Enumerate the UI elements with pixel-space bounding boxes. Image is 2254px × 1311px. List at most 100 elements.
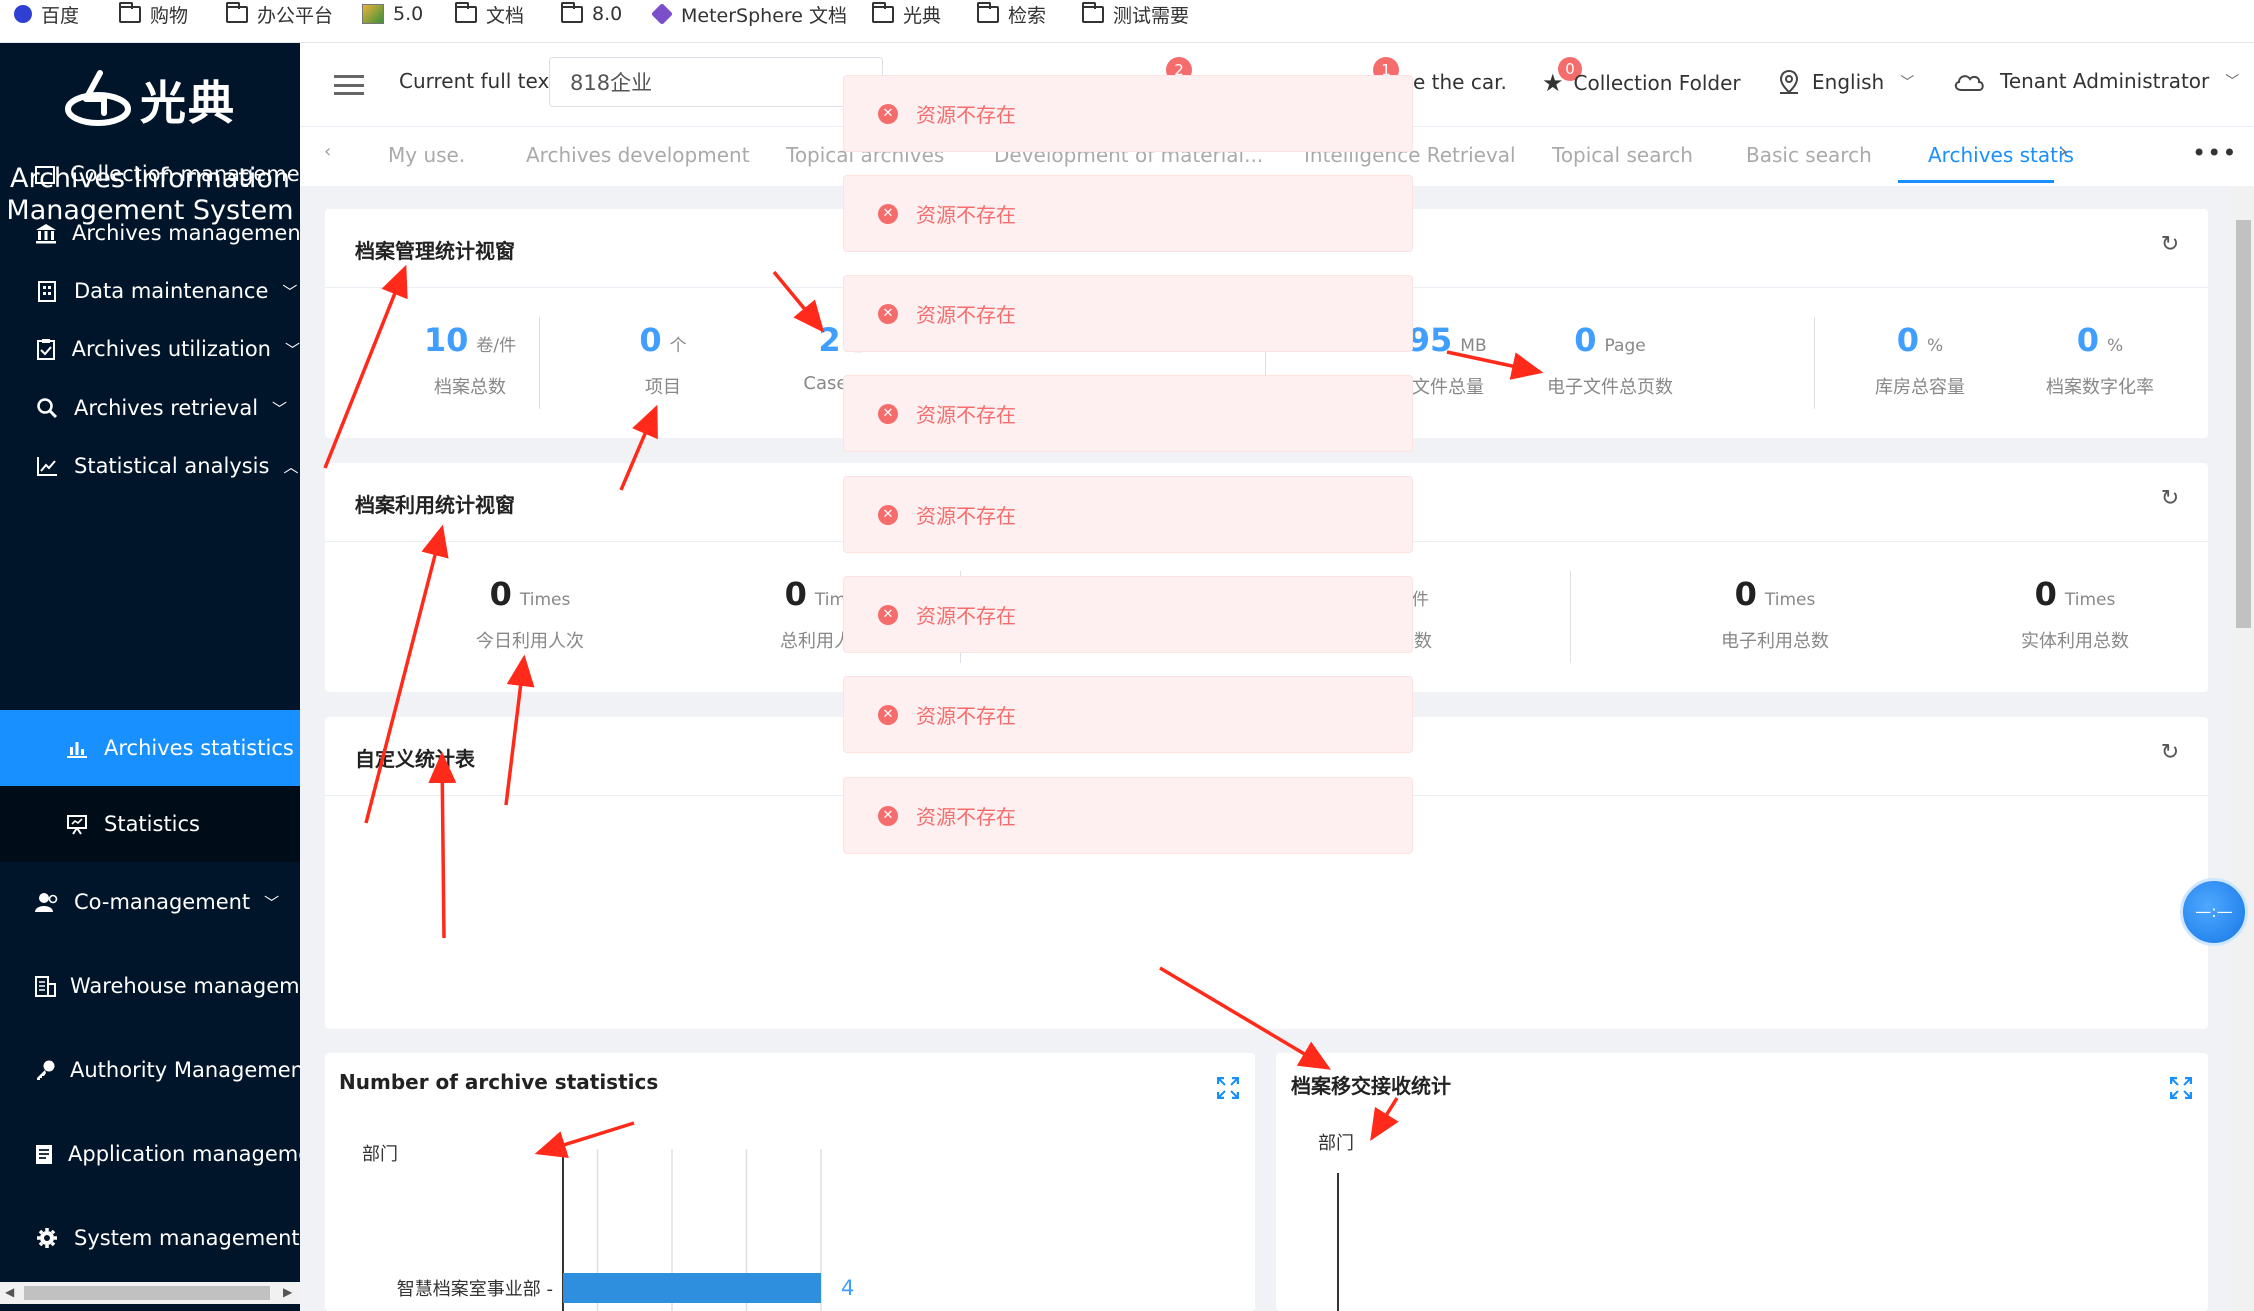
chevron-down-icon: ﹀: [284, 340, 300, 359]
sidebar-item-label: Collection management: [70, 162, 300, 186]
stat-unit: %: [1927, 336, 1944, 356]
folder-icon: [977, 1, 999, 23]
stat-value: 0: [2076, 321, 2100, 359]
bookmark-metersphere[interactable]: MeterSphere 文档: [650, 0, 848, 28]
language-selector[interactable]: English ﹀: [1778, 69, 1914, 95]
app-logo: 光典: [0, 60, 300, 140]
sidebar-item-label: Archives management: [72, 221, 300, 245]
star-icon: ★: [1542, 69, 1564, 97]
user-menu[interactable]: Tenant Administrator ﹀: [1952, 69, 2239, 93]
bookmark-office[interactable]: 办公平台: [226, 0, 333, 28]
sidebar-item-label: Co-management: [74, 890, 251, 914]
sidebar-item-statistical-analysis[interactable]: Statistical analysis ︿: [0, 436, 300, 496]
sidebar-item-statistics[interactable]: Statistics: [0, 786, 300, 862]
sidebar-item-archives-retrieval[interactable]: Archives retrieval ﹀: [0, 378, 300, 438]
stat-unit: Times: [519, 590, 571, 610]
sidebar: 光典 Archives Information Management Syste…: [0, 43, 300, 1311]
more-icon[interactable]: •••: [2192, 139, 2237, 167]
collection-folder-link[interactable]: ★ Collection Folder: [1542, 69, 1741, 97]
folder-icon: [226, 1, 248, 23]
tab-scroll-left-icon[interactable]: ‹: [324, 141, 331, 162]
stat-electronic-usage: 0 Times 电子利用总数: [1655, 575, 1895, 653]
page-vertical-scrollbar[interactable]: [2233, 186, 2254, 1311]
toast-message: 资源不存在: [916, 103, 1016, 127]
sidebar-item-label: Warehouse management: [70, 974, 300, 998]
toast-message: 资源不存在: [916, 403, 1016, 427]
bookmark-8-0[interactable]: 8.0: [561, 0, 622, 28]
cart-label[interactable]: e the car.: [1413, 70, 1507, 94]
scrollbar-thumb[interactable]: [2236, 220, 2251, 628]
stat-unit: Page: [1604, 336, 1646, 356]
tab-scroll-right-icon[interactable]: ›: [2060, 141, 2067, 162]
tab-archives-development[interactable]: Archives development: [526, 143, 750, 167]
expand-icon[interactable]: [2169, 1076, 2193, 1100]
tab-my-use[interactable]: My use.: [388, 143, 465, 167]
sidebar-item-application-management[interactable]: Application management: [0, 1124, 300, 1184]
error-icon: ✕: [878, 604, 898, 625]
bookmark-baidu[interactable]: 百度: [14, 0, 79, 28]
tab-archives-statistics[interactable]: Archives statis: [1928, 143, 2074, 167]
sidebar-item-archives-utilization[interactable]: Archives utilization ﹀: [0, 319, 300, 379]
sidebar-item-label: Statistical analysis: [74, 454, 270, 478]
bookmark-shopping[interactable]: 购物: [119, 0, 188, 28]
stat-warehouse-capacity: 0% 库房总容量: [1835, 321, 2005, 399]
stat-value: 0: [1896, 321, 1920, 359]
sidebar-item-system-management[interactable]: System management: [0, 1208, 300, 1268]
stat-unit: %: [2107, 336, 2124, 356]
toast-message: 资源不存在: [916, 203, 1016, 227]
error-toast[interactable]: ✕ 资源不存在: [843, 476, 1413, 553]
stat-label: 电子利用总数: [1721, 631, 1829, 652]
image-icon: [362, 4, 384, 24]
sidebar-item-collection[interactable]: Collection management: [0, 150, 300, 186]
stat-total-archives: 10 卷/件 档案总数: [375, 321, 565, 399]
stat-value: 0: [639, 321, 662, 359]
error-toast[interactable]: ✕ 资源不存在: [843, 275, 1413, 352]
stat-value: 0: [489, 575, 512, 613]
refresh-icon[interactable]: ↻: [2160, 488, 2180, 510]
error-toast[interactable]: ✕ 资源不存在: [843, 676, 1413, 753]
error-toast[interactable]: ✕ 资源不存在: [843, 576, 1413, 653]
axis-label: 部门: [1318, 1133, 1354, 1154]
collection-folder-label: Collection Folder: [1573, 71, 1741, 95]
tab-basic-search[interactable]: Basic search: [1746, 143, 1872, 167]
current-full-text-input[interactable]: [549, 57, 883, 107]
sidebar-item-data-maintenance[interactable]: Data maintenance ﹀: [0, 261, 300, 321]
bookmark-docs[interactable]: 文档: [455, 0, 524, 28]
refresh-icon[interactable]: ↻: [2160, 742, 2180, 764]
sidebar-item-label: Archives utilization: [71, 337, 271, 361]
stat-divider: [1570, 571, 1571, 663]
bookmark-5-0[interactable]: 5.0: [362, 0, 423, 28]
bookmark-search[interactable]: 检索: [977, 0, 1046, 28]
bookmark-label: MeterSphere 文档: [681, 4, 848, 27]
error-toast[interactable]: ✕ 资源不存在: [843, 777, 1413, 854]
tab-topical-search[interactable]: Topical search: [1552, 143, 1693, 167]
bookmark-label: 5.0: [393, 3, 424, 25]
bookmark-test[interactable]: 测试需要: [1082, 0, 1189, 28]
scrollbar-thumb[interactable]: [24, 1286, 270, 1300]
error-toast[interactable]: ✕ 资源不存在: [843, 75, 1413, 152]
sidebar-item-archives-management[interactable]: Archives management: [0, 203, 300, 263]
menu-toggle-icon[interactable]: [334, 75, 364, 95]
bookmark-label: 办公平台: [257, 4, 334, 27]
logo-text: 光典: [140, 76, 236, 130]
bookmark-label: 文档: [486, 4, 525, 27]
refresh-icon[interactable]: ↻: [2160, 234, 2180, 256]
sidebar-item-archives-statistics[interactable]: Archives statistics: [0, 710, 300, 786]
sidebar-item-label: Application management: [68, 1142, 300, 1166]
error-toast[interactable]: ✕ 资源不存在: [843, 375, 1413, 452]
bookmark-guangdian[interactable]: 光典: [872, 0, 941, 28]
sidebar-item-authority-management[interactable]: Authority Management: [0, 1040, 300, 1100]
sidebar-item-warehouse-management[interactable]: Warehouse management: [0, 956, 300, 1016]
sidebar-item-co-management[interactable]: Co-management ﹀: [0, 872, 300, 932]
scroll-right-icon[interactable]: ▶: [283, 1285, 292, 1299]
card-title: 自定义统计表: [355, 747, 475, 771]
error-icon: ✕: [878, 103, 898, 124]
sidebar-horizontal-scrollbar[interactable]: ◀ ▶: [0, 1282, 300, 1304]
floating-assistant-button[interactable]: —:—: [2180, 878, 2248, 946]
error-toast[interactable]: ✕ 资源不存在: [843, 175, 1413, 252]
stat-value: 0: [1734, 575, 1757, 613]
card-title: 档案管理统计视窗: [355, 239, 515, 263]
data-label: 4: [841, 1276, 854, 1300]
baidu-paw-icon: [14, 5, 32, 23]
scroll-left-icon[interactable]: ◀: [5, 1285, 14, 1299]
